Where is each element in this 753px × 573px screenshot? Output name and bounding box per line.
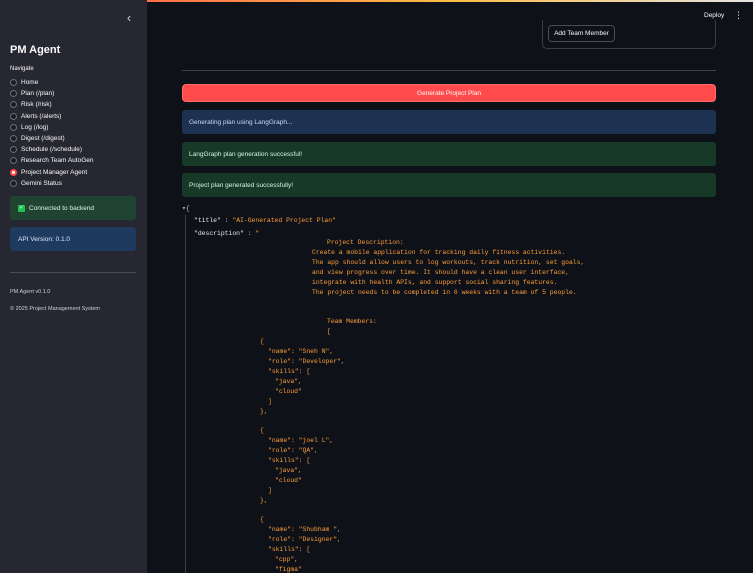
json-description-text-line: "skills": [ — [268, 457, 311, 464]
json-description-text-line: "role": "Developer", — [268, 358, 345, 365]
json-description-text-line: "cloud" — [275, 477, 302, 484]
radio-icon — [10, 146, 17, 154]
nav-item-research-team[interactable]: Research Team AutoGen — [10, 155, 94, 166]
content-divider — [182, 70, 716, 71]
json-description-text-line: "cpp", — [275, 556, 299, 563]
json-root-line[interactable]: ▾{ — [182, 205, 190, 213]
nav-item-schedule[interactable]: Schedule (/schedule) — [10, 144, 94, 155]
chevron-left-icon[interactable]: ‹ — [122, 11, 136, 25]
json-description-text-line: { — [260, 516, 264, 523]
sidebar: ‹ PM Agent Navigate Home Plan (/plan) Ri… — [0, 0, 147, 573]
json-description-text-line: "name": "Shubham ", — [268, 526, 341, 533]
nav-item-label: Digest (/digest) — [21, 135, 65, 143]
json-description-text-line: }, — [260, 497, 268, 504]
nav-radio-group: Home Plan (/plan) Risk (/risk) Alerts (/… — [10, 77, 94, 189]
success-alert-plan: Project plan generated successfully! — [182, 173, 716, 197]
json-description-text-line: The app should allow users to log workou… — [312, 259, 585, 266]
json-description-text-line: "role": "Designer", — [268, 536, 341, 543]
json-description-text-line: integrate with health APIs, and support … — [312, 279, 558, 286]
nav-item-label: Alerts (/alerts) — [21, 112, 62, 120]
backend-status-text: Connected to backend — [29, 204, 95, 212]
json-string-value: " — [255, 230, 260, 237]
radio-icon — [10, 90, 17, 98]
json-description-text-line: "role": "QA", — [268, 447, 318, 454]
json-description-text-line: }, — [260, 408, 268, 415]
json-description-text-line: The project needs to be completed in 6 w… — [312, 289, 577, 296]
radio-icon — [10, 135, 17, 143]
json-viewer[interactable]: ▾{ "title" : "AI-Generated Project Plan"… — [182, 203, 722, 573]
checkbox-checked-icon: ✓ — [18, 204, 25, 212]
separator-dots: · · · — [182, 50, 197, 56]
json-description-text-line: "java", — [275, 378, 302, 385]
nav-item-gemini-status[interactable]: Gemini Status — [10, 178, 94, 189]
json-description-text-line: Project Description: — [327, 239, 404, 246]
nav-item-home[interactable]: Home — [10, 77, 94, 88]
json-description-text-line: "skills": [ — [268, 368, 311, 375]
sidebar-divider — [10, 272, 136, 273]
success-alert-text: Project plan generated successfully! — [189, 181, 294, 189]
nav-item-risk[interactable]: Risk (/risk) — [10, 99, 94, 110]
nav-item-label: Plan (/plan) — [21, 90, 55, 98]
json-description-text-line: [ — [327, 328, 331, 335]
json-description-text-line: Team Members: — [327, 318, 377, 325]
nav-item-label: Log (/log) — [21, 123, 49, 131]
add-team-member-button[interactable]: Add Team Member — [548, 25, 615, 42]
generate-project-plan-button[interactable]: Generate Project Plan — [182, 84, 716, 102]
backend-status-badge: ✓ Connected to backend — [10, 196, 136, 220]
success-alert-text: LangGraph plan generation successful! — [189, 150, 303, 158]
nav-item-label: Gemini Status — [21, 179, 62, 187]
api-version-badge: API Version: 0.1.0 — [10, 227, 136, 251]
nav-item-plan[interactable]: Plan (/plan) — [10, 88, 94, 99]
json-open-brace: { — [185, 205, 190, 212]
json-description-text-line: ] — [268, 398, 272, 405]
json-description-text-line: { — [260, 338, 264, 345]
json-string-value: "AI-Generated Project Plan" — [232, 217, 336, 224]
json-description-text-line: and view progress over time. It should h… — [312, 269, 569, 276]
json-description-text-line: "java", — [275, 467, 302, 474]
api-version-text: API Version: 0.1.0 — [18, 235, 71, 243]
json-description-text-line: "skills": [ — [268, 546, 311, 553]
nav-item-label: Research Team AutoGen — [21, 157, 94, 165]
json-description-text-line: { — [260, 427, 264, 434]
radio-icon — [10, 79, 17, 87]
json-description-text-line: Create a mobile application for tracking… — [312, 249, 566, 256]
success-alert-langgraph: LangGraph plan generation successful! — [182, 142, 716, 166]
nav-item-label: Home — [21, 79, 39, 87]
radio-icon — [10, 112, 17, 120]
kebab-menu-icon[interactable]: ⋮ — [734, 11, 743, 20]
radio-icon — [10, 101, 17, 109]
json-description-text-line: "name": "Sneh N", — [268, 348, 334, 355]
nav-item-alerts[interactable]: Alerts (/alerts) — [10, 111, 94, 122]
radio-icon — [10, 179, 17, 187]
nav-item-label: Schedule (/schedule) — [21, 146, 83, 154]
radio-icon — [10, 157, 17, 165]
nav-item-digest[interactable]: Digest (/digest) — [10, 133, 94, 144]
deploy-button[interactable]: Deploy — [704, 12, 724, 19]
json-description-text-line: "cloud" — [275, 388, 302, 395]
nav-label: Navigate — [10, 66, 34, 72]
nav-item-label: Project Manager Agent — [21, 168, 88, 176]
app-title: PM Agent — [10, 44, 61, 56]
json-description-text-line: "name": "joel L", — [268, 437, 334, 444]
nav-item-project-manager[interactable]: Project Manager Agent — [10, 167, 94, 178]
radio-icon — [10, 123, 17, 131]
info-alert-text: Generating plan using LangGraph... — [189, 118, 293, 126]
nav-item-log[interactable]: Log (/log) — [10, 122, 94, 133]
footer-version: PM Agent v0.1.0 — [10, 289, 51, 295]
radio-selected-icon — [10, 168, 17, 176]
json-key: "description" — [194, 230, 244, 237]
json-title-line: "title" : "AI-Generated Project Plan" — [194, 217, 336, 224]
footer-copyright: © 2025 Project Management System — [10, 306, 100, 312]
json-description-text-line: "figma" — [275, 566, 302, 573]
info-alert: Generating plan using LangGraph... — [182, 110, 716, 134]
json-key: "title" — [194, 217, 221, 224]
nav-item-label: Risk (/risk) — [21, 101, 52, 109]
json-description-line: "description" : " — [194, 230, 260, 237]
json-description-text-line: ] — [268, 487, 272, 494]
